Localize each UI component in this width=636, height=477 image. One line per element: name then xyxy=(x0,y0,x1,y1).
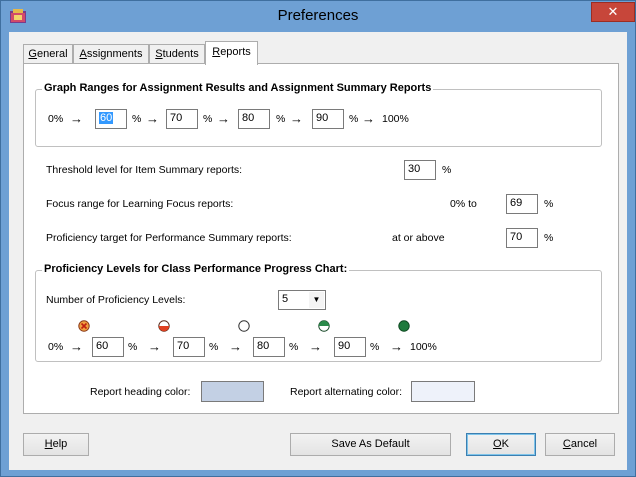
level-4-icon xyxy=(318,320,330,332)
range-start-label: 0% xyxy=(48,113,64,125)
tab-label: eneral xyxy=(36,48,68,60)
pct-label: % xyxy=(544,232,554,244)
button-label-accel: O xyxy=(493,438,502,450)
focus-range-label: Focus range for Learning Focus reports: xyxy=(46,198,234,210)
pct-label: % xyxy=(442,164,452,176)
range-input-4[interactable]: 90 xyxy=(312,109,344,129)
cancel-button[interactable]: Cancel xyxy=(545,433,615,456)
level-5-icon xyxy=(398,320,410,332)
button-label: K xyxy=(501,438,509,450)
dialog-body: General Assignments Students Reports Gra… xyxy=(9,32,627,470)
range-input-2[interactable]: 70 xyxy=(166,109,198,129)
arrow-icon: → xyxy=(70,339,83,354)
button-label-accel: C xyxy=(562,438,571,450)
threshold-label: Threshold level for Item Summary reports… xyxy=(46,164,243,176)
tab-label-accel: G xyxy=(28,48,37,60)
level-end-label: 100% xyxy=(410,341,437,353)
arrow-icon: → xyxy=(309,339,322,354)
button-label: ancel xyxy=(570,438,598,450)
pct-label: % xyxy=(132,113,142,125)
close-icon: ✕ xyxy=(607,4,619,19)
graph-ranges-group: Graph Ranges for Assignment Results and … xyxy=(35,82,602,147)
close-button[interactable]: ✕ xyxy=(591,2,635,22)
arrow-icon: → xyxy=(148,339,161,354)
level-input-1[interactable]: 60 xyxy=(92,337,124,357)
level-count-select[interactable]: 5 ▼ xyxy=(278,290,326,310)
preferences-window: Preferences ✕ General Assignments Studen… xyxy=(0,0,636,477)
reports-panel: Graph Ranges for Assignment Results and … xyxy=(23,63,619,414)
graph-ranges-title: Graph Ranges for Assignment Results and … xyxy=(42,82,434,94)
focus-range-input[interactable]: 69 xyxy=(506,194,538,214)
heading-color-swatch[interactable] xyxy=(201,381,264,402)
level-count-label: Number of Proficiency Levels: xyxy=(46,294,186,306)
button-label-accel: H xyxy=(44,438,53,450)
save-as-default-button[interactable]: Save As Default xyxy=(290,433,451,456)
help-button[interactable]: Help xyxy=(23,433,89,456)
window-title: Preferences xyxy=(277,7,359,24)
tab-label-accel: A xyxy=(79,48,87,60)
tab-label: eports xyxy=(220,46,251,58)
range-end-label: 100% xyxy=(382,113,409,125)
level-count-value: 5 xyxy=(282,293,289,305)
pct-label: % xyxy=(276,113,286,125)
button-label: elp xyxy=(52,438,68,450)
pct-label: % xyxy=(289,341,299,353)
tab-label: ssignments xyxy=(86,48,143,60)
focus-range-from: 0% to xyxy=(450,198,477,210)
arrow-icon: → xyxy=(217,111,230,126)
pct-label: % xyxy=(544,198,554,210)
level-3-icon xyxy=(238,320,250,332)
ok-button[interactable]: OK xyxy=(466,433,536,456)
proficiency-qualifier: at or above xyxy=(392,232,445,244)
tab-assignments[interactable]: Assignments xyxy=(73,44,149,64)
tab-general[interactable]: General xyxy=(23,44,73,64)
range-input-3[interactable]: 80 xyxy=(238,109,270,129)
proficiency-target-label: Proficiency target for Performance Summa… xyxy=(46,232,292,244)
level-2-icon xyxy=(158,320,170,332)
pct-label: % xyxy=(209,341,219,353)
alternating-color-label: Report alternating color: xyxy=(290,386,403,398)
pct-label: % xyxy=(128,341,138,353)
arrow-icon: → xyxy=(229,339,242,354)
proficiency-levels-group: Proficiency Levels for Class Performance… xyxy=(35,263,602,362)
level-input-3[interactable]: 80 xyxy=(253,337,285,357)
chevron-down-icon: ▼ xyxy=(309,292,324,308)
proficiency-levels-title: Proficiency Levels for Class Performance… xyxy=(42,263,350,275)
arrow-icon: → xyxy=(362,111,375,126)
tab-label-accel: R xyxy=(212,46,221,58)
range-input-1[interactable]: 60 xyxy=(95,109,127,129)
level-input-4[interactable]: 90 xyxy=(334,337,366,357)
alternating-color-swatch[interactable] xyxy=(411,381,475,402)
heading-color-label: Report heading color: xyxy=(90,386,191,398)
tab-students[interactable]: Students xyxy=(149,44,205,64)
tab-label: tudents xyxy=(162,48,199,60)
tab-reports[interactable]: Reports xyxy=(205,41,258,65)
level-input-2[interactable]: 70 xyxy=(173,337,205,357)
level-1-icon xyxy=(78,320,90,332)
range-input-1-value: 60 xyxy=(99,112,114,124)
arrow-icon: → xyxy=(290,111,303,126)
pct-label: % xyxy=(370,341,380,353)
tab-label-accel: S xyxy=(155,48,163,60)
pct-label: % xyxy=(349,113,359,125)
threshold-input[interactable]: 30 xyxy=(404,160,436,180)
level-start-label: 0% xyxy=(48,341,64,353)
arrow-icon: → xyxy=(70,111,83,126)
arrow-icon: → xyxy=(146,111,159,126)
arrow-icon: → xyxy=(390,339,403,354)
pct-label: % xyxy=(203,113,213,125)
title-bar[interactable]: Preferences ✕ xyxy=(1,1,635,32)
proficiency-target-input[interactable]: 70 xyxy=(506,228,538,248)
